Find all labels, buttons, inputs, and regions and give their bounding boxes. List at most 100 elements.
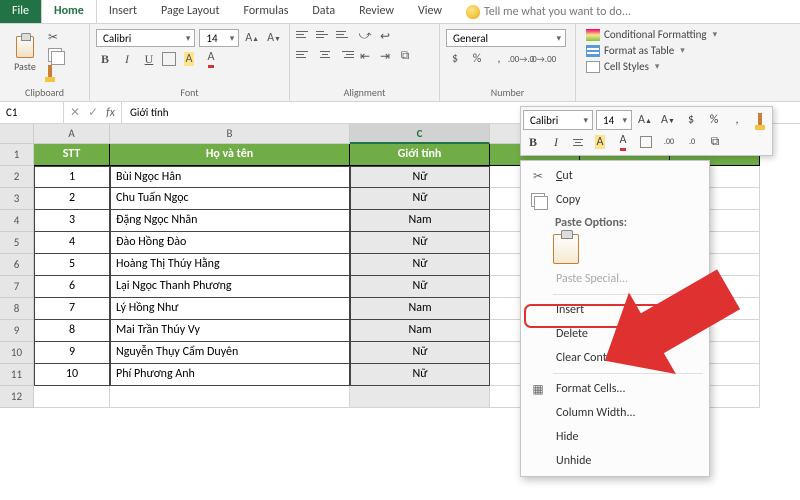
mini-decrease-decimal[interactable]: .0 [682,132,702,152]
row-head[interactable]: 4 [0,210,34,232]
cell-styles-button[interactable]: Cell Styles▾ [582,59,794,74]
tab-page-layout[interactable]: Page Layout [149,0,231,23]
font-size-select[interactable]: 14▾ [199,29,239,47]
cell-stt[interactable]: 2 [34,188,110,210]
tell-me-search[interactable]: Tell me what you want to do... [454,0,631,23]
cell-gender[interactable]: Nữ [350,276,490,298]
increase-indent-button[interactable]: ⇥ [376,47,394,65]
row-head-12[interactable]: 12 [0,386,34,408]
format-painter-button[interactable] [48,65,52,79]
cell-name[interactable]: Mai Trần Thúy Vy [110,320,350,342]
number-format-select[interactable]: General▾ [446,29,566,47]
cell-gender[interactable]: Nam [350,320,490,342]
cell-stt[interactable]: 5 [34,254,110,276]
fill-color-button[interactable]: A [180,50,198,68]
col-head-b[interactable]: B [110,124,350,144]
align-left-button[interactable] [296,47,314,61]
cell-stt[interactable]: 6 [34,276,110,298]
decrease-font-size-button[interactable]: A▼ [265,29,283,47]
cell-name[interactable]: Nguyễn Thụy Cẩm Duyên [110,342,350,364]
header-name[interactable]: Họ và tên [110,144,350,166]
align-top-button[interactable] [296,27,314,41]
col-head-a[interactable]: A [34,124,110,144]
menu-unhide[interactable]: Unhide [523,449,707,473]
cell[interactable] [34,386,110,408]
comma-format-button[interactable]: , [490,50,508,68]
row-head[interactable]: 5 [0,232,34,254]
row-head[interactable]: 7 [0,276,34,298]
tab-data[interactable]: Data [300,0,347,23]
format-as-table-button[interactable]: Format as Table▾ [582,43,794,58]
cell-gender[interactable]: Nữ [350,342,490,364]
cell-stt[interactable]: 1 [34,166,110,188]
mini-comma[interactable]: , [727,110,747,130]
cell-stt[interactable]: 3 [34,210,110,232]
cell-stt[interactable]: 4 [34,232,110,254]
cell-name[interactable]: Lại Ngọc Thanh Phương [110,276,350,298]
cell-stt[interactable]: 10 [34,364,110,386]
cell-name[interactable]: Phí Phương Anh [110,364,350,386]
tab-view[interactable]: View [406,0,454,23]
mini-font-name[interactable]: Calibri▾ [523,110,593,130]
cancel-formula-button[interactable]: ✕ [70,105,80,120]
mini-bold[interactable]: B [523,132,543,152]
cell-name[interactable]: Đặng Ngọc Nhân [110,210,350,232]
italic-button[interactable]: I [118,50,136,68]
conditional-formatting-button[interactable]: Conditional Formatting▾ [582,27,794,42]
row-head[interactable]: 8 [0,298,34,320]
menu-column-width[interactable]: Column Width... [523,401,707,425]
cell-stt[interactable]: 8 [34,320,110,342]
menu-format-cells[interactable]: ▦Format Cells... [523,377,707,401]
name-box[interactable]: C1 [0,102,64,123]
cell-name[interactable]: Hoàng Thị Thúy Hằng [110,254,350,276]
cell-gender[interactable]: Nữ [350,364,490,386]
underline-button[interactable]: U [140,50,158,68]
row-head[interactable]: 3 [0,188,34,210]
font-color-button[interactable]: A [202,50,220,68]
mini-currency[interactable]: $ [681,110,701,130]
cut-button[interactable]: ✂ [48,30,62,45]
cell-gender[interactable]: Nữ [350,232,490,254]
paste-option-default[interactable] [553,234,579,264]
cell-name[interactable]: Lý Hồng Như [110,298,350,320]
cell-stt[interactable]: 7 [34,298,110,320]
tab-file[interactable]: File [0,0,41,23]
cell-gender[interactable]: Nam [350,298,490,320]
orientation-button[interactable]: ⤻ [356,27,374,45]
cell-stt[interactable]: 9 [34,342,110,364]
tab-review[interactable]: Review [347,0,406,23]
align-right-button[interactable] [336,47,354,61]
mini-decrease-font[interactable]: A▼ [658,110,678,130]
decrease-indent-button[interactable]: ⇤ [356,47,374,65]
percent-format-button[interactable]: % [468,50,486,68]
mini-font-size[interactable]: 14▾ [596,110,632,130]
cell-gender[interactable]: Nữ [350,254,490,276]
cell-name[interactable]: Đào Hồng Đào [110,232,350,254]
cell-gender[interactable]: Nữ [350,188,490,210]
font-name-select[interactable]: Calibri▾ [96,29,195,47]
mini-merge[interactable]: ⧉ [705,132,725,152]
align-bottom-button[interactable] [336,27,354,41]
header-gender[interactable]: Giới tính [350,144,490,166]
row-head-1[interactable]: 1 [0,144,34,166]
menu-cut[interactable]: ✂Cut [523,164,707,188]
cell[interactable] [110,386,350,408]
insert-function-button[interactable]: fx [106,106,115,120]
menu-hide[interactable]: Hide [523,425,707,449]
row-head[interactable]: 10 [0,342,34,364]
row-head[interactable]: 6 [0,254,34,276]
align-middle-button[interactable] [316,27,334,41]
header-stt[interactable]: STT [34,144,110,166]
cell-name[interactable]: Chu Tuấn Ngọc [110,188,350,210]
mini-format-painter[interactable] [750,110,770,130]
tab-formulas[interactable]: Formulas [231,0,300,23]
enter-formula-button[interactable]: ✓ [88,105,98,120]
cell[interactable] [350,386,490,408]
merge-center-button[interactable]: ⧉ [396,47,414,65]
wrap-text-button[interactable]: ↩ [376,27,394,45]
cell-gender[interactable]: Nữ [350,166,490,188]
row-head[interactable]: 11 [0,364,34,386]
bold-button[interactable]: B [96,50,114,68]
mini-borders[interactable] [640,136,652,148]
borders-button[interactable] [162,52,176,66]
